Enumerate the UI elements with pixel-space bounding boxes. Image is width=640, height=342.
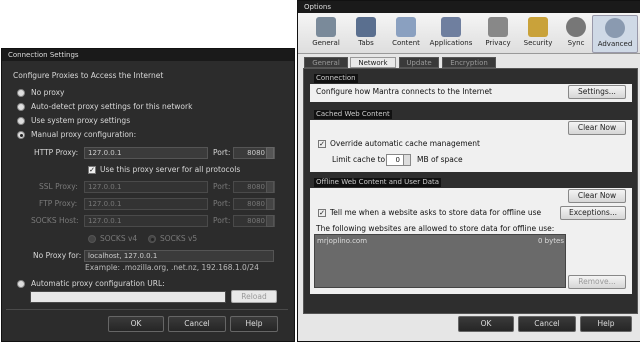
offline-header: Offline Web Content and User Data xyxy=(314,178,442,187)
connection-ok-button[interactable]: OK xyxy=(108,316,164,332)
connection-heading: Configure Proxies to Access the Internet xyxy=(13,71,164,80)
site-name[interactable]: mrjoplino.com xyxy=(317,236,367,246)
connection-header: Connection xyxy=(314,74,358,83)
clear-offline-button[interactable]: Clear Now xyxy=(568,189,626,203)
connection-help-button[interactable]: Help xyxy=(230,316,278,332)
auto-url-label: Automatic proxy configuration URL: xyxy=(31,279,165,288)
options-cancel-button[interactable]: Cancel xyxy=(518,316,576,332)
auto-url-radio[interactable] xyxy=(17,280,25,288)
settings-button[interactable]: Settings... xyxy=(568,85,626,99)
exceptions-button[interactable]: Exceptions... xyxy=(560,206,626,220)
ssl-proxy-label: SSL Proxy: xyxy=(39,182,78,191)
tell-me-label: Tell me when a website asks to store dat… xyxy=(330,208,542,217)
allowed-sites-label: The following websites are allowed to st… xyxy=(316,224,555,233)
options-toolbar: General Tabs Content Applications Privac… xyxy=(298,13,640,54)
http-proxy-input[interactable]: 127.0.0.1 xyxy=(84,147,208,159)
socks-v4-label: SOCKS v4 xyxy=(100,234,138,243)
use-same-proxy-label: Use this proxy server for all protocols xyxy=(100,165,241,174)
options-title: Options xyxy=(298,1,640,13)
ftp-port-stepper[interactable] xyxy=(266,198,274,210)
socks-v5-label: SOCKS v5 xyxy=(160,234,198,243)
options-ok-button[interactable]: OK xyxy=(458,316,514,332)
toolbar-privacy[interactable]: Privacy xyxy=(476,15,520,51)
no-proxy-for-label: No Proxy for: xyxy=(33,251,82,260)
socks-port-label: Port: xyxy=(213,216,231,225)
system-proxy-radio[interactable] xyxy=(17,117,25,125)
ftp-port-label: Port: xyxy=(213,199,231,208)
limit-cache-label: Limit cache to xyxy=(332,155,386,164)
connection-title: Connection Settings xyxy=(2,49,294,61)
content-icon xyxy=(396,17,416,37)
socks-v5-radio[interactable] xyxy=(148,235,156,243)
cache-unit-label: MB of space xyxy=(417,155,463,164)
cache-size-stepper[interactable] xyxy=(403,154,411,166)
toolbar-applications[interactable]: Applications xyxy=(426,15,476,51)
manual-proxy-radio[interactable] xyxy=(17,131,25,139)
tab-general[interactable]: General xyxy=(304,57,348,68)
socks-port-stepper[interactable] xyxy=(266,215,274,227)
ftp-proxy-input[interactable]: 127.0.0.1 xyxy=(84,198,208,210)
auto-detect-label: Auto-detect proxy settings for this netw… xyxy=(31,102,193,111)
connection-desc: Configure how Mantra connects to the Int… xyxy=(316,87,492,96)
connection-cancel-button[interactable]: Cancel xyxy=(168,316,226,332)
advanced-icon xyxy=(605,18,625,38)
auto-url-input[interactable] xyxy=(30,291,226,303)
general-icon xyxy=(316,17,336,37)
use-same-proxy-checkbox[interactable]: ✓ xyxy=(88,166,96,174)
toolbar-content[interactable]: Content xyxy=(384,15,428,51)
cache-header: Cached Web Content xyxy=(314,110,392,119)
tab-network[interactable]: Network xyxy=(350,57,396,68)
socks-host-label: SOCKS Host: xyxy=(31,216,79,225)
remove-button[interactable]: Remove... xyxy=(568,275,626,289)
http-port-label: Port: xyxy=(213,148,231,157)
system-proxy-label: Use system proxy settings xyxy=(31,116,131,125)
no-proxy-radio[interactable] xyxy=(17,89,25,97)
override-cache-label: Override automatic cache management xyxy=(330,139,480,148)
no-proxy-example: Example: .mozilla.org, .net.nz, 192.168.… xyxy=(85,263,259,272)
applications-icon xyxy=(441,17,461,37)
manual-proxy-label: Manual proxy configuration: xyxy=(31,130,137,139)
privacy-icon xyxy=(488,17,508,37)
sync-icon xyxy=(566,17,586,37)
override-cache-checkbox[interactable]: ✓ xyxy=(318,140,326,148)
tabs-icon xyxy=(356,17,376,37)
auto-detect-radio[interactable] xyxy=(17,103,25,111)
toolbar-advanced[interactable]: Advanced xyxy=(592,15,638,53)
socks-host-input[interactable]: 127.0.0.1 xyxy=(84,215,208,227)
tell-me-checkbox[interactable]: ✓ xyxy=(318,209,326,217)
connection-divider xyxy=(6,309,288,310)
socks-v4-radio[interactable] xyxy=(88,235,96,243)
http-proxy-label: HTTP Proxy: xyxy=(34,148,79,157)
tab-encryption[interactable]: Encryption xyxy=(442,57,496,68)
ftp-proxy-label: FTP Proxy: xyxy=(39,199,78,208)
tab-update[interactable]: Update xyxy=(399,57,439,68)
ssl-proxy-input[interactable]: 127.0.0.1 xyxy=(84,181,208,193)
ssl-port-stepper[interactable] xyxy=(266,181,274,193)
ssl-port-label: Port: xyxy=(213,182,231,191)
reload-button[interactable]: Reload xyxy=(231,290,277,303)
no-proxy-for-input[interactable]: localhost, 127.0.0.1 xyxy=(84,250,274,262)
http-port-stepper[interactable] xyxy=(266,147,274,159)
site-size: 0 bytes xyxy=(538,237,564,245)
toolbar-general[interactable]: General xyxy=(304,15,348,51)
toolbar-tabs[interactable]: Tabs xyxy=(344,15,388,51)
security-icon xyxy=(528,17,548,37)
options-help-button[interactable]: Help xyxy=(580,316,632,332)
no-proxy-label: No proxy xyxy=(31,88,65,97)
clear-cache-button[interactable]: Clear Now xyxy=(568,121,626,135)
